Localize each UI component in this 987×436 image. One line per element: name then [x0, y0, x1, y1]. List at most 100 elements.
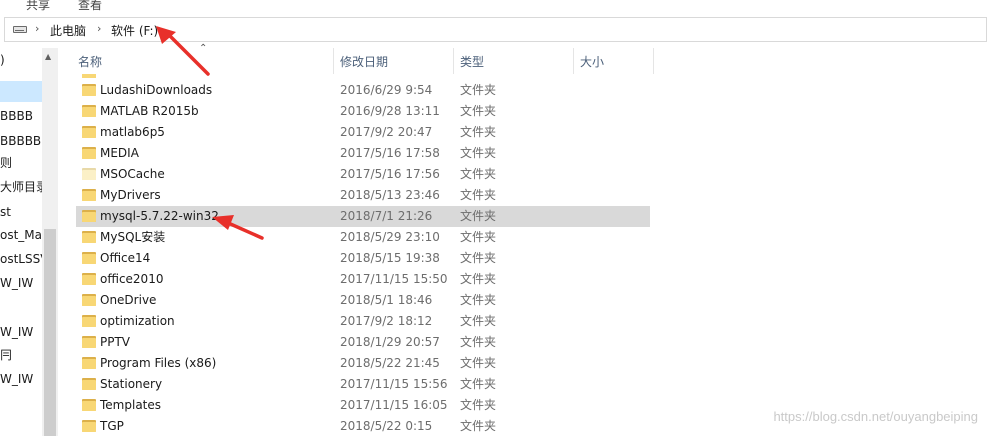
nav-item[interactable]: st — [0, 202, 42, 223]
file-date-modified: 2018/5/22 0:15 — [340, 419, 433, 433]
ribbon: 共享 查看 — [0, 0, 987, 14]
file-type: 文件夹 — [460, 251, 497, 265]
file-date-modified: 2018/5/29 23:10 — [340, 230, 440, 244]
file-date-modified: 2017/9/2 20:47 — [340, 125, 433, 139]
file-row[interactable]: OneDrive 2018/5/1 18:46 文件夹 — [76, 290, 650, 311]
folder-icon — [82, 399, 96, 411]
file-date-modified: 2018/5/1 18:46 — [340, 293, 433, 307]
nav-item[interactable]: BBBB — [0, 106, 42, 127]
file-name: optimization — [100, 314, 175, 328]
nav-item[interactable]: W_IW — [0, 369, 42, 390]
folder-icon — [82, 126, 96, 138]
file-type: 文件夹 — [460, 188, 497, 202]
nav-scrollbar[interactable]: ▲ — [42, 48, 58, 436]
file-row[interactable]: MATLAB R2015b 2016/9/28 13:11 文件夹 — [76, 101, 650, 122]
file-name: matlab6p5 — [100, 125, 165, 139]
annotation-arrow-icon — [156, 26, 210, 76]
file-name: MSOCache — [100, 167, 165, 181]
file-type: 文件夹 — [460, 356, 497, 370]
file-type: 文件夹 — [460, 125, 497, 139]
folder-icon — [82, 210, 96, 222]
file-row[interactable]: MySQL安装 2018/5/29 23:10 文件夹 — [76, 227, 650, 248]
watermark: https://blog.csdn.net/ouyangbeiping — [773, 409, 978, 424]
chevron-right-icon[interactable]: › — [35, 22, 39, 35]
scroll-up-icon[interactable]: ▲ — [45, 52, 51, 61]
chevron-right-icon[interactable]: › — [97, 22, 101, 35]
file-row[interactable]: Templates 2017/11/15 16:05 文件夹 — [76, 395, 650, 416]
file-date-modified: 2018/5/22 21:45 — [340, 356, 440, 370]
file-name: OneDrive — [100, 293, 157, 307]
nav-item[interactable]: BBBBB — [0, 131, 42, 152]
file-name: TGP — [100, 419, 124, 433]
file-type: 文件夹 — [460, 230, 497, 244]
file-row[interactable]: Stationery 2017/11/15 15:56 文件夹 — [76, 374, 650, 395]
file-type: 文件夹 — [460, 83, 497, 97]
folder-icon — [82, 357, 96, 369]
file-name: LudashiDownloads — [100, 83, 213, 97]
file-date-modified: 2017/9/2 18:12 — [340, 314, 433, 328]
folder-icon — [82, 315, 96, 327]
file-name: MATLAB R2015b — [100, 104, 199, 118]
file-date-modified: 2017/11/15 15:56 — [340, 377, 448, 391]
file-row[interactable]: MEDIA 2017/5/16 17:58 文件夹 — [76, 143, 650, 164]
file-row[interactable]: LudashiDownloads 2016/6/29 9:54 文件夹 — [76, 80, 650, 101]
file-name: MEDIA — [100, 146, 139, 160]
folder-icon — [82, 84, 96, 96]
file-name: MyDrivers — [100, 188, 161, 202]
file-date-modified: 2018/7/1 21:26 — [340, 209, 433, 223]
folder-icon — [82, 147, 96, 159]
nav-item[interactable]: ostLSSV — [0, 249, 42, 270]
file-name: Office14 — [100, 251, 151, 265]
column-size[interactable]: 大小 — [574, 48, 654, 74]
tab-share[interactable]: 共享 — [26, 0, 50, 13]
file-type: 文件夹 — [460, 272, 497, 286]
file-row[interactable]: PPTV 2018/1/29 20:57 文件夹 — [76, 332, 650, 353]
file-row[interactable]: Program Files (x86) 2018/5/22 21:45 文件夹 — [76, 353, 650, 374]
file-type: 文件夹 — [460, 335, 497, 349]
folder-icon — [82, 294, 96, 306]
nav-item[interactable]: 大师目录 — [0, 177, 42, 198]
file-type: 文件夹 — [460, 419, 497, 433]
file-name: PPTV — [100, 335, 131, 349]
folder-icon — [82, 336, 96, 348]
tab-view[interactable]: 查看 — [78, 0, 102, 13]
nav-item[interactable]: ost_Mat — [0, 225, 42, 246]
file-row[interactable]: TGP 2018/5/22 0:15 文件夹 — [76, 416, 650, 436]
file-date-modified: 2018/5/15 19:38 — [340, 251, 440, 265]
nav-item-selected[interactable] — [0, 81, 42, 102]
nav-item[interactable]: 则 — [0, 153, 42, 174]
folder-icon — [82, 168, 96, 180]
folder-icon — [82, 105, 96, 117]
file-date-modified: 2017/5/16 17:58 — [340, 146, 440, 160]
file-row[interactable]: matlab6p5 2017/9/2 20:47 文件夹 — [76, 122, 650, 143]
file-type: 文件夹 — [460, 104, 497, 118]
file-row[interactable]: Office14 2018/5/15 19:38 文件夹 — [76, 248, 650, 269]
folder-icon — [82, 231, 96, 243]
file-row[interactable]: MyDrivers 2018/5/13 23:46 文件夹 — [76, 185, 650, 206]
breadcrumb-this-pc[interactable]: 此电脑 — [50, 22, 86, 39]
file-date-modified: 2018/1/29 20:57 — [340, 335, 440, 349]
scrollbar-thumb[interactable] — [44, 229, 56, 436]
file-date-modified: 2016/9/28 13:11 — [340, 104, 440, 118]
nav-item[interactable]: W_IW — [0, 322, 42, 343]
file-type: 文件夹 — [460, 293, 497, 307]
column-type[interactable]: 类型 — [454, 48, 574, 74]
nav-item[interactable]: 冃 — [0, 345, 42, 366]
file-type: 文件夹 — [460, 314, 497, 328]
file-row[interactable]: MSOCache 2017/5/16 17:56 文件夹 — [76, 164, 650, 185]
file-type: 文件夹 — [460, 146, 497, 160]
folder-icon — [82, 378, 96, 390]
file-date-modified: 2016/6/29 9:54 — [340, 83, 433, 97]
annotation-arrow-icon — [212, 215, 264, 240]
column-date-modified[interactable]: 修改日期 — [334, 48, 454, 74]
file-name: Program Files (x86) — [100, 356, 217, 370]
file-row[interactable]: optimization 2017/9/2 18:12 文件夹 — [76, 311, 650, 332]
nav-item[interactable]: W_IW — [0, 273, 42, 294]
file-type: 文件夹 — [460, 167, 497, 181]
file-date-modified: 2017/11/15 16:05 — [340, 398, 448, 412]
file-name: Templates — [100, 398, 162, 412]
nav-item[interactable]: ) — [0, 50, 42, 71]
file-row[interactable]: office2010 2017/11/15 15:50 文件夹 — [76, 269, 650, 290]
file-row[interactable]: mysql-5.7.22-win32 2018/7/1 21:26 文件夹 — [76, 206, 650, 227]
file-type: 文件夹 — [460, 209, 497, 223]
